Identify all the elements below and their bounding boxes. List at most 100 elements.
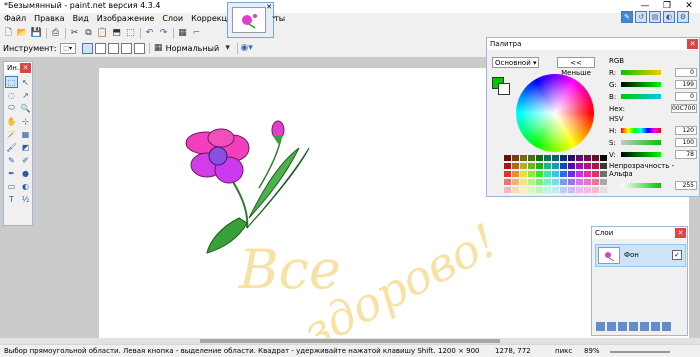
units-select[interactable]: пикс — [555, 345, 572, 357]
color-swatch[interactable] — [560, 155, 567, 161]
menu-image[interactable]: Изображение — [93, 12, 159, 25]
color-swatch[interactable] — [536, 187, 543, 193]
layer-visibility-checkbox[interactable]: ✓ — [672, 250, 682, 260]
merge-layer-icon[interactable] — [629, 322, 638, 331]
color-swatch[interactable] — [552, 179, 559, 185]
settings-icon[interactable]: ⚙ — [677, 11, 689, 23]
antialias-icon[interactable]: ▦ — [152, 42, 165, 55]
color-swatch[interactable] — [568, 163, 575, 169]
color-swatch[interactable] — [560, 187, 567, 193]
menu-layers[interactable]: Слои — [158, 12, 187, 25]
color-swatch[interactable] — [568, 155, 575, 161]
color-swatch[interactable] — [584, 171, 591, 177]
menu-edit[interactable]: Правка — [30, 12, 68, 25]
save-icon[interactable]: 💾 — [30, 27, 43, 40]
color-swatch[interactable] — [520, 163, 527, 169]
s-slider[interactable] — [621, 140, 661, 145]
color-swatch[interactable] — [576, 179, 583, 185]
gradient-tool-icon[interactable]: ◐ — [19, 180, 32, 192]
color-swatch[interactable] — [536, 155, 543, 161]
magic-tool-icon[interactable]: 🪄 — [5, 128, 18, 140]
color-swatch[interactable] — [536, 163, 543, 169]
color-swatch[interactable] — [512, 179, 519, 185]
color-swatch[interactable] — [592, 155, 599, 161]
menu-view[interactable]: Вид — [69, 12, 93, 25]
move-tool-icon[interactable]: ↗ — [19, 89, 32, 101]
color-swatch[interactable] — [552, 155, 559, 161]
color-swatch[interactable] — [504, 163, 511, 169]
menu-file[interactable]: Файл — [0, 12, 30, 25]
color-swatch[interactable] — [528, 155, 535, 161]
recolor-tool-icon[interactable]: ✒ — [5, 167, 18, 179]
color-swatch[interactable] — [592, 179, 599, 185]
color-swatch[interactable] — [600, 179, 607, 185]
color-swatch[interactable] — [504, 155, 511, 161]
b-slider[interactable] — [621, 94, 661, 99]
color-swatch[interactable] — [536, 179, 543, 185]
line-tool-icon[interactable]: ½ — [19, 193, 32, 205]
selection-mode-invert[interactable] — [133, 42, 145, 54]
color-swatch[interactable] — [528, 171, 535, 177]
b-field[interactable]: 0 — [675, 92, 697, 101]
palette-preset-select[interactable]: Основной ▾ — [492, 57, 539, 68]
document-tab[interactable]: ✕ — [227, 2, 274, 38]
zoom-slider[interactable] — [610, 351, 670, 353]
g-field[interactable]: 199 — [675, 80, 697, 89]
color-swatch[interactable] — [512, 155, 519, 161]
color-swatch[interactable] — [520, 171, 527, 177]
copy-icon[interactable]: ⧉ — [82, 27, 95, 40]
g-slider[interactable] — [621, 82, 661, 87]
color-swatch[interactable] — [600, 163, 607, 169]
color-swatch[interactable] — [568, 171, 575, 177]
new-file-icon[interactable]: 🗋 — [2, 27, 15, 40]
shapes-tool-icon[interactable]: ▭ — [5, 180, 18, 192]
tools-toggle-icon[interactable]: ✎ — [621, 11, 633, 23]
color-swatch[interactable] — [536, 171, 543, 177]
color-swatch[interactable] — [544, 171, 551, 177]
color-swatch[interactable] — [576, 155, 583, 161]
layer-properties-icon[interactable] — [662, 322, 671, 331]
color-swatch[interactable] — [512, 171, 519, 177]
zoom-level[interactable]: 89% — [584, 345, 600, 357]
add-layer-icon[interactable] — [596, 322, 605, 331]
open-file-icon[interactable]: 📂 — [16, 27, 29, 40]
print-icon[interactable]: ⎙ — [49, 27, 62, 40]
document-list-dropdown-icon[interactable]: ⌄ — [271, 12, 277, 20]
colors-toggle-icon[interactable]: ◐ — [663, 11, 675, 23]
color-swatch[interactable] — [584, 187, 591, 193]
secondary-color-swatch[interactable] — [498, 83, 510, 95]
color-swatches[interactable] — [504, 155, 608, 195]
eraser-tool-icon[interactable]: ◩ — [19, 141, 32, 153]
scrollbar-thumb[interactable] — [200, 339, 500, 343]
color-swatch[interactable] — [560, 163, 567, 169]
color-swatch[interactable] — [552, 187, 559, 193]
color-swatch[interactable] — [520, 155, 527, 161]
color-swatch[interactable] — [600, 155, 607, 161]
h-slider[interactable] — [621, 128, 661, 133]
brush-tool-icon[interactable]: 🖌 — [5, 141, 18, 153]
selection-mode-exclude[interactable] — [107, 42, 119, 54]
color-wheel[interactable] — [516, 74, 594, 152]
delete-layer-icon[interactable] — [607, 322, 616, 331]
redo-icon[interactable]: ↷ — [157, 27, 170, 40]
color-swatch[interactable] — [576, 163, 583, 169]
color-swatch[interactable] — [504, 179, 511, 185]
color-swatch[interactable] — [568, 187, 575, 193]
selection-mode-replace[interactable] — [81, 42, 93, 54]
color-swatch[interactable] — [512, 163, 519, 169]
history-toggle-icon[interactable]: ↺ — [635, 11, 647, 23]
clone-tool-icon[interactable]: ✐ — [19, 154, 32, 166]
rect-select-tool-icon[interactable]: ⬚ — [5, 76, 18, 88]
color-swatch[interactable] — [584, 155, 591, 161]
color-swatch[interactable] — [576, 171, 583, 177]
move-layer-down-icon[interactable] — [651, 322, 660, 331]
sampling-icon[interactable]: ◉▾ — [240, 42, 253, 55]
duplicate-layer-icon[interactable] — [618, 322, 627, 331]
move-layer-up-icon[interactable] — [640, 322, 649, 331]
s-field[interactable]: 100 — [675, 138, 697, 147]
document-close-icon[interactable]: ✕ — [266, 3, 272, 11]
v-field[interactable]: 78 — [675, 150, 697, 159]
selection-mode-union[interactable] — [94, 42, 106, 54]
color-swatch[interactable] — [528, 187, 535, 193]
cut-icon[interactable]: ✂ — [68, 27, 81, 40]
